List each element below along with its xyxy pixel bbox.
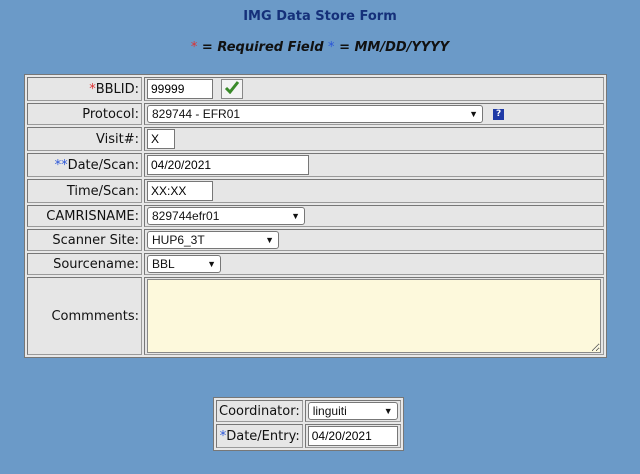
comments-label: Commments: bbox=[27, 277, 142, 355]
chevron-down-icon: ▼ bbox=[383, 406, 393, 416]
check-icon bbox=[225, 81, 240, 95]
help-icon[interactable]: ? bbox=[493, 108, 505, 120]
time-scan-input[interactable] bbox=[147, 181, 213, 201]
date-scan-label: **Date/Scan: bbox=[27, 153, 142, 177]
chevron-down-icon: ▼ bbox=[291, 211, 300, 221]
visit-label: Visit#: bbox=[27, 127, 142, 151]
camrisname-label: CAMRISNAME: bbox=[27, 205, 142, 227]
entry-info-form: Coordinator: linguiti ▼ *Date/Entry: bbox=[213, 397, 404, 451]
bblid-label: *BBLID: bbox=[27, 77, 142, 101]
chevron-down-icon: ▼ bbox=[207, 259, 216, 269]
comments-textarea[interactable] bbox=[147, 279, 601, 353]
legend: * = Required Field * = MM/DD/YYYY bbox=[0, 40, 640, 55]
protocol-label: Protocol: bbox=[27, 103, 142, 125]
required-legend-text: = Required Field bbox=[197, 40, 329, 55]
scanner-site-label: Scanner Site: bbox=[27, 229, 142, 251]
row-sourcename: Sourcename: BBL ▼ bbox=[27, 253, 604, 275]
sourcename-select[interactable]: BBL ▼ bbox=[147, 255, 221, 273]
date-scan-input[interactable] bbox=[147, 155, 309, 175]
page-title: IMG Data Store Form bbox=[243, 9, 397, 24]
row-date-scan: **Date/Scan: bbox=[27, 153, 604, 177]
scanner-site-select[interactable]: HUP6_3T ▼ bbox=[147, 231, 279, 249]
chevron-down-icon: ▼ bbox=[469, 109, 478, 119]
row-bblid: *BBLID: bbox=[27, 77, 604, 101]
validate-bblid-button[interactable] bbox=[221, 79, 244, 99]
row-date-entry: *Date/Entry: bbox=[216, 424, 401, 448]
data-store-form: *BBLID: Protocol: 829744 - EFR01▼ ? Visi… bbox=[24, 74, 607, 358]
bblid-input[interactable] bbox=[147, 79, 213, 99]
row-scanner-site: Scanner Site: HUP6_3T ▼ bbox=[27, 229, 604, 251]
row-camrisname: CAMRISNAME: 829744efr01 ▼ bbox=[27, 205, 604, 227]
date-entry-input[interactable] bbox=[307, 426, 398, 446]
sourcename-label: Sourcename: bbox=[27, 253, 142, 275]
date-legend-text: = MM/DD/YYYY bbox=[334, 40, 450, 55]
visit-input[interactable] bbox=[147, 129, 175, 149]
row-protocol: Protocol: 829744 - EFR01 ▼ ? bbox=[27, 103, 604, 125]
chevron-down-icon: ▼ bbox=[265, 235, 274, 245]
row-time-scan: Time/Scan: bbox=[27, 179, 604, 203]
row-comments: Commments: bbox=[27, 277, 604, 355]
protocol-select[interactable]: 829744 - EFR01 ▼ bbox=[147, 105, 483, 123]
date-entry-label: *Date/Entry: bbox=[216, 424, 303, 448]
row-visit: Visit#: bbox=[27, 127, 604, 151]
coordinator-select[interactable]: linguiti ▼ bbox=[307, 402, 398, 420]
time-scan-label: Time/Scan: bbox=[27, 179, 142, 203]
row-coordinator: Coordinator: linguiti ▼ bbox=[216, 400, 401, 422]
coordinator-label: Coordinator: bbox=[216, 400, 303, 422]
camrisname-select[interactable]: 829744efr01 ▼ bbox=[147, 207, 305, 225]
